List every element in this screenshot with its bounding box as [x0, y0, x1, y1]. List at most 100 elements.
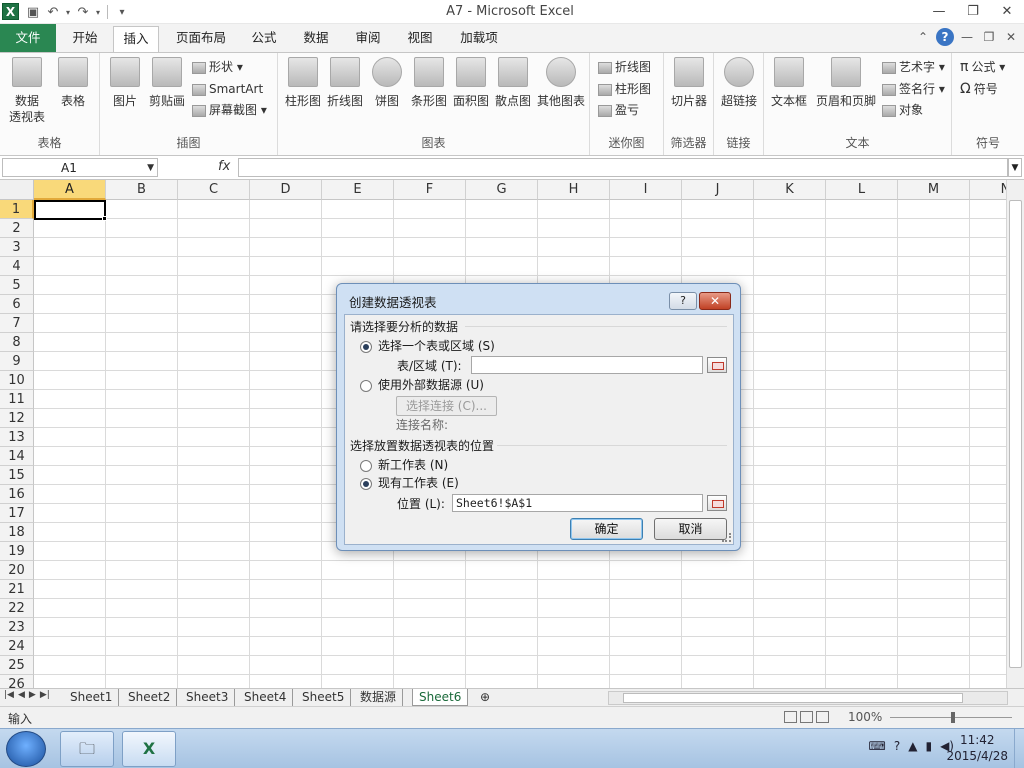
row-header-12[interactable]: 12 [0, 409, 34, 428]
tab-addins[interactable]: 加载项 [452, 26, 506, 52]
object-button[interactable]: 对象 [882, 100, 923, 120]
row-header-22[interactable]: 22 [0, 599, 34, 618]
row-header-1[interactable]: 1 [0, 200, 34, 219]
customize-qat-icon[interactable]: ▾ [113, 3, 131, 21]
formula-input[interactable] [238, 158, 1008, 177]
pie-chart-button[interactable]: 饼图 [364, 57, 410, 109]
sparkline-column-button[interactable]: 柱形图 [598, 79, 651, 99]
workbook-restore-icon[interactable]: ❐ [980, 28, 998, 46]
row-header-4[interactable]: 4 [0, 257, 34, 276]
row-header-20[interactable]: 20 [0, 561, 34, 580]
row-header-10[interactable]: 10 [0, 371, 34, 390]
table-button[interactable]: 表格 [50, 57, 96, 109]
scatter-chart-button[interactable]: 散点图 [490, 57, 536, 109]
radio-select-table[interactable]: 选择一个表或区域 (S) [360, 337, 495, 354]
tab-page-layout[interactable]: 页面布局 [168, 26, 234, 52]
workbook-close-icon[interactable]: ✕ [1002, 28, 1020, 46]
slicer-button[interactable]: 切片器 [666, 57, 712, 109]
save-icon[interactable]: ▣ [24, 3, 42, 21]
page-break-view-icon[interactable] [816, 711, 829, 723]
undo-icon[interactable]: ↶ [44, 3, 62, 21]
wordart-button[interactable]: 艺术字 ▾ [882, 57, 945, 77]
sheet-tab-sheet1[interactable]: Sheet1 [64, 689, 120, 706]
redo-dropdown-icon[interactable]: ▾ [94, 3, 102, 21]
signature-line-button[interactable]: 签名行 ▾ [882, 79, 945, 99]
first-sheet-icon[interactable]: |◀ [4, 690, 14, 700]
row-header-21[interactable]: 21 [0, 580, 34, 599]
row-header-14[interactable]: 14 [0, 447, 34, 466]
range-collapse-icon[interactable] [707, 357, 727, 373]
row-header-17[interactable]: 17 [0, 504, 34, 523]
vertical-scroll-thumb[interactable] [1009, 200, 1022, 668]
dialog-help-button[interactable]: ? [669, 292, 697, 310]
sheet-tab-sheet3[interactable]: Sheet3 [180, 689, 236, 706]
range-input[interactable] [471, 356, 703, 374]
excel-logo-icon[interactable]: X [2, 3, 19, 20]
equation-button[interactable]: π 公式 ▾ [960, 57, 1005, 77]
area-chart-button[interactable]: 面积图 [448, 57, 494, 109]
radio-external-source[interactable]: 使用外部数据源 (U) [360, 376, 484, 393]
next-sheet-icon[interactable]: ▶ [29, 690, 36, 700]
normal-view-icon[interactable] [784, 711, 797, 723]
zoom-level[interactable]: 100% [848, 710, 882, 724]
row-header-5[interactable]: 5 [0, 276, 34, 295]
start-button-icon[interactable] [6, 731, 46, 767]
keyboard-tray-icon[interactable]: ⌨ [869, 739, 886, 753]
sheet-tab-sheet4[interactable]: Sheet4 [238, 689, 294, 706]
vertical-scrollbar[interactable] [1006, 180, 1024, 688]
sheet-tab-datasource[interactable]: 数据源 [354, 689, 404, 706]
notification-tray-icon[interactable]: ▲ [908, 739, 917, 753]
zoom-slider-knob[interactable] [951, 712, 955, 723]
undo-dropdown-icon[interactable]: ▾ [64, 3, 72, 21]
tab-view[interactable]: 视图 [400, 26, 440, 52]
insert-function-icon[interactable]: fx [218, 159, 230, 174]
radio-new-worksheet[interactable]: 新工作表 (N) [360, 456, 448, 473]
sparkline-line-button[interactable]: 折线图 [598, 57, 651, 77]
tab-formulas[interactable]: 公式 [244, 26, 284, 52]
column-header-i[interactable]: I [610, 180, 682, 200]
expand-formula-icon[interactable]: ▼ [1008, 158, 1022, 177]
column-header-d[interactable]: D [250, 180, 322, 200]
bar-chart-button[interactable]: 条形图 [406, 57, 452, 109]
header-footer-button[interactable]: 页眉和页脚 [814, 57, 878, 109]
prev-sheet-icon[interactable]: ◀ [18, 690, 25, 700]
row-header-23[interactable]: 23 [0, 618, 34, 637]
sheet-tab-sheet6[interactable]: Sheet6 [412, 689, 469, 706]
excel-taskbar-icon[interactable]: X [122, 731, 176, 767]
column-header-n[interactable]: N [970, 180, 1006, 200]
row-header-9[interactable]: 9 [0, 352, 34, 371]
row-header-18[interactable]: 18 [0, 523, 34, 542]
resize-grip-icon[interactable] [722, 533, 731, 542]
textbox-button[interactable]: 文本框 [766, 57, 812, 109]
column-header-f[interactable]: F [394, 180, 466, 200]
ok-button[interactable]: 确定 [570, 518, 643, 540]
row-header-24[interactable]: 24 [0, 637, 34, 656]
row-header-19[interactable]: 19 [0, 542, 34, 561]
sheet-tab-sheet2[interactable]: Sheet2 [122, 689, 178, 706]
horizontal-scroll-thumb[interactable] [623, 693, 963, 703]
row-header-8[interactable]: 8 [0, 333, 34, 352]
tab-file[interactable]: 文件 [0, 24, 56, 52]
name-box-dropdown-icon[interactable]: ▼ [147, 159, 154, 177]
cancel-button[interactable]: 取消 [654, 518, 727, 540]
explorer-taskbar-icon[interactable]: 🗀 [60, 731, 114, 767]
hyperlink-button[interactable]: 超链接 [716, 57, 762, 109]
row-header-2[interactable]: 2 [0, 219, 34, 238]
tab-insert[interactable]: 插入 [113, 26, 159, 53]
column-header-g[interactable]: G [466, 180, 538, 200]
fill-handle[interactable] [102, 216, 107, 221]
help-icon[interactable]: ? [936, 28, 954, 46]
close-window-icon[interactable]: ✕ [990, 0, 1024, 22]
picture-button[interactable]: 图片 [102, 57, 148, 109]
active-cell-a1[interactable] [34, 200, 106, 220]
restore-icon[interactable]: ❐ [956, 0, 990, 22]
row-header-6[interactable]: 6 [0, 295, 34, 314]
horizontal-scrollbar[interactable] [608, 691, 1008, 705]
column-header-a[interactable]: A [34, 180, 106, 200]
dialog-close-button[interactable]: ✕ [699, 292, 731, 310]
column-header-k[interactable]: K [754, 180, 826, 200]
page-layout-view-icon[interactable] [800, 711, 813, 723]
select-all-corner[interactable] [0, 180, 34, 200]
other-charts-button[interactable]: 其他图表 [534, 57, 588, 109]
column-header-m[interactable]: M [898, 180, 970, 200]
